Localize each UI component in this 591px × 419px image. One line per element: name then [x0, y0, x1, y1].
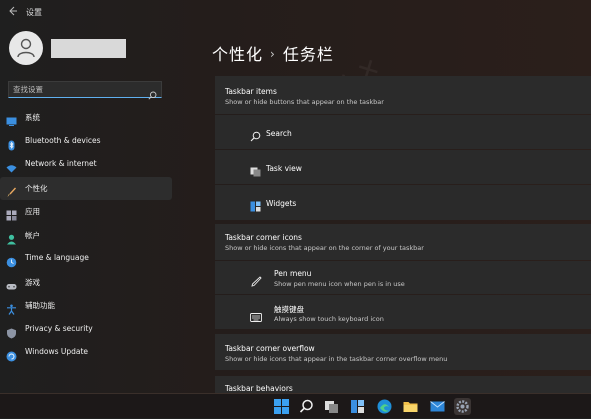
sidebar-item-privacy[interactable]: Privacy & security: [0, 318, 172, 342]
sidebar-item-bluetooth[interactable]: Bluetooth & devices: [0, 130, 172, 154]
row-label: Search: [266, 129, 292, 138]
sidebar-nav: 系统 Bluetooth & devices Network & interne…: [0, 106, 172, 365]
search-icon[interactable]: [148, 85, 157, 104]
search-icon[interactable]: [298, 398, 315, 415]
sidebar-item-label: 辅助功能: [25, 301, 55, 310]
section-description: Show or hide buttons that appear on the …: [225, 98, 384, 106]
section-title: Taskbar corner icons: [225, 233, 302, 242]
section-description: Show or hide icons that appear on the co…: [225, 244, 424, 252]
wifi-icon: [6, 159, 17, 173]
breadcrumb-parent[interactable]: 个性化: [212, 45, 263, 64]
settings-icon[interactable]: [454, 398, 471, 415]
brush-icon: [6, 183, 17, 197]
section-title: Taskbar items: [225, 87, 277, 96]
taskbar-item-row[interactable]: Search: [215, 115, 591, 149]
breadcrumb-separator: ›: [270, 47, 276, 61]
sidebar-item-label: Privacy & security: [25, 323, 93, 333]
pen-icon: [251, 272, 262, 287]
settings-window: ✕ ✕ ✕ 设置 系统 Bluetooth & devices Network …: [0, 0, 591, 393]
gamepad-icon: [6, 277, 17, 289]
app-title: 设置: [26, 8, 42, 17]
task-view-icon: [250, 162, 261, 177]
row-description: Show pen menu icon when pen is in use: [274, 280, 405, 288]
user-name-redacted: [51, 39, 126, 58]
file-explorer-icon[interactable]: [402, 398, 419, 415]
sidebar-item-time-language[interactable]: Time & language: [0, 247, 172, 271]
user-icon: [17, 38, 35, 58]
search-box[interactable]: [8, 81, 162, 100]
section-title: Taskbar corner overflow: [225, 344, 315, 353]
mail-icon[interactable]: [429, 398, 446, 415]
back-arrow-icon[interactable]: [8, 6, 20, 18]
globe-clock-icon: [6, 253, 17, 268]
person-icon: [6, 230, 17, 244]
sidebar-item-personalization[interactable]: 个性化: [0, 176, 172, 200]
accessibility-icon: [6, 300, 17, 315]
shield-icon: [6, 324, 17, 338]
row-label: Widgets: [266, 199, 297, 208]
section-description: Show or hide icons that appear in the ta…: [225, 355, 448, 363]
taskbar: [0, 393, 591, 418]
sidebar-item-label: 个性化: [25, 183, 48, 193]
sidebar-item-label: Network & internet: [25, 159, 97, 168]
section-title: Taskbar behaviors: [225, 384, 293, 393]
sidebar-item-accounts[interactable]: 帐户: [0, 224, 172, 248]
display-icon: [6, 112, 17, 126]
sidebar-item-label: Windows Update: [25, 347, 89, 356]
avatar[interactable]: [9, 31, 43, 65]
taskbar-item-row[interactable]: Task view: [215, 150, 591, 184]
widgets-icon[interactable]: [349, 398, 366, 415]
taskbar-behaviors-header[interactable]: Taskbar behaviors: [215, 376, 591, 393]
sidebar-item-label: 应用: [25, 207, 40, 216]
taskbar-items-header[interactable]: Taskbar items Show or hide buttons that …: [215, 76, 591, 114]
sidebar-item-accessibility[interactable]: 辅助功能: [0, 294, 172, 318]
breadcrumb: 个性化 › 任务栏: [212, 41, 334, 65]
start-icon[interactable]: [273, 398, 290, 415]
sidebar-item-label: 游戏: [25, 277, 40, 287]
sidebar-item-label: Time & language: [25, 253, 89, 262]
bluetooth-icon: [6, 136, 17, 150]
taskbar-item-row[interactable]: Widgets: [215, 185, 591, 220]
corner-icons-header[interactable]: Taskbar corner icons Show or hide icons …: [215, 224, 591, 260]
title-bar: 设置: [0, 0, 591, 26]
corner-icon-row[interactable]: Pen menu Show pen menu icon when pen is …: [215, 261, 591, 294]
edge-icon[interactable]: [376, 398, 393, 415]
task-view-icon[interactable]: [323, 398, 340, 415]
sidebar-item-gaming[interactable]: 游戏: [0, 271, 172, 295]
search-icon: [250, 127, 261, 142]
apps-icon: [6, 206, 17, 221]
sidebar-item-network[interactable]: Network & internet: [0, 153, 172, 177]
sidebar-item-apps[interactable]: 应用: [0, 200, 172, 224]
sidebar-item-label: 帐户: [25, 230, 40, 240]
corner-overflow-header[interactable]: Taskbar corner overflow Show or hide ico…: [215, 334, 591, 370]
row-description: Always show touch keyboard icon: [274, 315, 384, 323]
corner-icon-row[interactable]: 触摸键盘 Always show touch keyboard icon: [215, 295, 591, 329]
search-input[interactable]: [13, 83, 143, 96]
row-label: Pen menu: [274, 269, 312, 278]
row-label: 触摸键盘: [274, 305, 304, 314]
keyboard-icon: [250, 307, 262, 322]
row-label: Task view: [266, 164, 302, 173]
widgets-icon: [250, 197, 261, 212]
page-title: 任务栏: [282, 45, 334, 64]
sidebar-item-label: Bluetooth & devices: [25, 135, 101, 145]
update-icon: [6, 347, 17, 362]
sidebar-item-system[interactable]: 系统: [0, 106, 172, 130]
sidebar-item-windows-update[interactable]: Windows Update: [0, 341, 172, 365]
sidebar-item-label: 系统: [25, 113, 40, 122]
